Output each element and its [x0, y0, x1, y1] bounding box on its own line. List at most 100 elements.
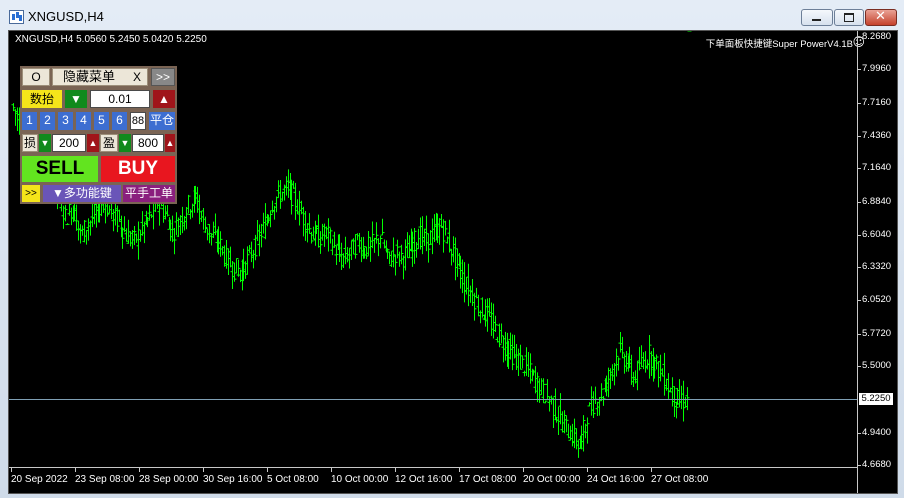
lots-increase-button[interactable]: ▲	[153, 90, 175, 108]
ohlc-bar	[249, 241, 254, 263]
lots-input[interactable]: 0.01	[90, 90, 150, 108]
time-tick-label: 27 Oct 08:00	[651, 468, 709, 485]
ohlc-bar	[236, 259, 241, 277]
quick-lot-4-button[interactable]: 4	[76, 112, 91, 130]
time-tick-label: 10 Oct 00:00	[331, 468, 389, 485]
ohlc-bar	[418, 217, 423, 250]
ohlc-bar	[485, 298, 490, 332]
ohlc-bar	[274, 196, 279, 213]
quick-lot-5-button[interactable]: 5	[94, 112, 109, 130]
sl-decrease-button[interactable]: ▼	[39, 134, 51, 152]
symbol-ohlc-info: XNGUSD,H4 5.0560 5.2450 5.0420 5.2250	[15, 34, 207, 45]
ohlc-bar	[347, 248, 352, 269]
terminal-window: XNGUSD,H4 XNGUSD,H4 5.0560 5.2450 5.0420…	[0, 0, 904, 498]
ohlc-bar	[455, 248, 460, 277]
ohlc-bar	[568, 425, 573, 441]
ohlc-bar	[581, 415, 586, 452]
ohlc-bar	[78, 224, 83, 244]
quick-lot-3-button[interactable]: 3	[58, 112, 73, 130]
lots-decrease-button[interactable]: ▼	[65, 90, 87, 108]
magic-number-input[interactable]: 88	[130, 112, 146, 130]
close-position-button[interactable]: 平仓	[149, 112, 175, 130]
ohlc-bar	[451, 236, 456, 263]
ohlc-bar	[199, 210, 204, 222]
ohlc-bar	[462, 262, 467, 303]
ohlc-bar	[533, 366, 538, 394]
time-tick-label: 20 Sep 2022	[11, 468, 68, 485]
minimize-button[interactable]	[801, 9, 833, 26]
panel-close-x[interactable]: X	[128, 69, 146, 85]
tp-increase-button[interactable]: ▲	[165, 134, 175, 152]
price-chart[interactable]: XNGUSD,H4 5.0560 5.2450 5.0420 5.2250 下单…	[8, 30, 898, 494]
ohlc-bar	[564, 414, 569, 433]
quick-lot-2-button[interactable]: 2	[40, 112, 55, 130]
sl-increase-button[interactable]: ▲	[87, 134, 99, 152]
ohlc-bar	[389, 251, 394, 268]
ohlc-bar	[599, 383, 604, 401]
ohlc-bar	[660, 368, 665, 377]
ohlc-bar	[134, 233, 139, 243]
ohlc-bar	[311, 226, 316, 240]
ohlc-bar	[374, 222, 379, 244]
ohlc-bar	[405, 232, 410, 258]
ohlc-bar	[472, 292, 477, 321]
ohlc-bar	[343, 236, 348, 265]
ohlc-bar	[595, 401, 600, 416]
ohlc-bar	[491, 303, 496, 339]
ohlc-bar	[161, 201, 166, 223]
ohlc-bar	[368, 237, 373, 262]
sell-button[interactable]: SELL	[22, 156, 98, 182]
ohlc-bar	[188, 209, 193, 220]
minimize-icon	[802, 10, 832, 25]
ohlc-bar	[606, 367, 611, 398]
ohlc-bar	[272, 205, 277, 220]
ohlc-bar	[291, 180, 296, 189]
take-profit-input[interactable]: 800	[132, 134, 164, 152]
ohlc-bar	[654, 354, 659, 370]
buy-button[interactable]: BUY	[101, 156, 175, 182]
ohlc-bar	[516, 348, 521, 377]
ohlc-bar	[543, 400, 548, 404]
ohlc-bar	[399, 244, 404, 265]
lots-label-button[interactable]: 数抬	[22, 90, 62, 108]
ohlc-bar	[576, 440, 581, 458]
ohlc-bar	[441, 219, 446, 253]
close-button[interactable]	[865, 9, 897, 26]
ohlc-bar	[255, 220, 260, 242]
ohlc-bar	[307, 213, 312, 234]
stop-loss-input[interactable]: 200	[52, 134, 86, 152]
ohlc-bar	[464, 277, 469, 295]
ohlc-bar	[614, 348, 619, 377]
tp-decrease-button[interactable]: ▼	[119, 134, 131, 152]
ohlc-bar	[226, 248, 231, 275]
hide-menu-label: 隐藏菜单	[63, 69, 116, 84]
ohlc-bar	[407, 235, 412, 259]
ohlc-bar	[316, 214, 321, 248]
quick-lot-6-button[interactable]: 6	[112, 112, 127, 130]
ohlc-bar	[508, 332, 513, 360]
more-options-expand-button[interactable]: >>	[22, 185, 40, 202]
ohlc-bar	[587, 402, 592, 407]
maximize-button[interactable]	[834, 9, 864, 26]
title-bar[interactable]: XNGUSD,H4	[0, 0, 904, 30]
current-price-label: 5.2250	[859, 392, 893, 405]
ohlc-bar	[165, 205, 170, 217]
time-axis[interactable]: 20 Sep 2022 23 Sep 08:00 28 Sep 00:00 30 Se…	[9, 467, 857, 494]
price-axis[interactable]: 8.2680 7.9960 7.7160 7.4360 7.1640 6.8840 6.60…	[856, 31, 898, 493]
time-tick-label: 24 Oct 16:00	[587, 468, 645, 485]
close-manual-orders-button[interactable]: 平手工单	[123, 185, 175, 202]
panel-expand-button[interactable]: >>	[151, 68, 175, 86]
ohlc-bar	[170, 215, 175, 243]
ohlc-bar	[138, 230, 143, 242]
ohlc-bar	[447, 219, 452, 253]
ohlc-bar	[470, 279, 475, 306]
ohlc-bar	[483, 299, 488, 327]
ohlc-bar	[503, 331, 508, 361]
ohlc-bar	[301, 206, 306, 237]
ohlc-bar	[370, 221, 375, 249]
multi-function-button[interactable]: ▼多功能键	[43, 185, 121, 202]
panel-toggle-o-button[interactable]: O	[22, 68, 50, 86]
quick-lot-1-button[interactable]: 1	[22, 112, 37, 130]
ohlc-bar	[397, 251, 402, 267]
ohlc-bar	[510, 334, 515, 371]
